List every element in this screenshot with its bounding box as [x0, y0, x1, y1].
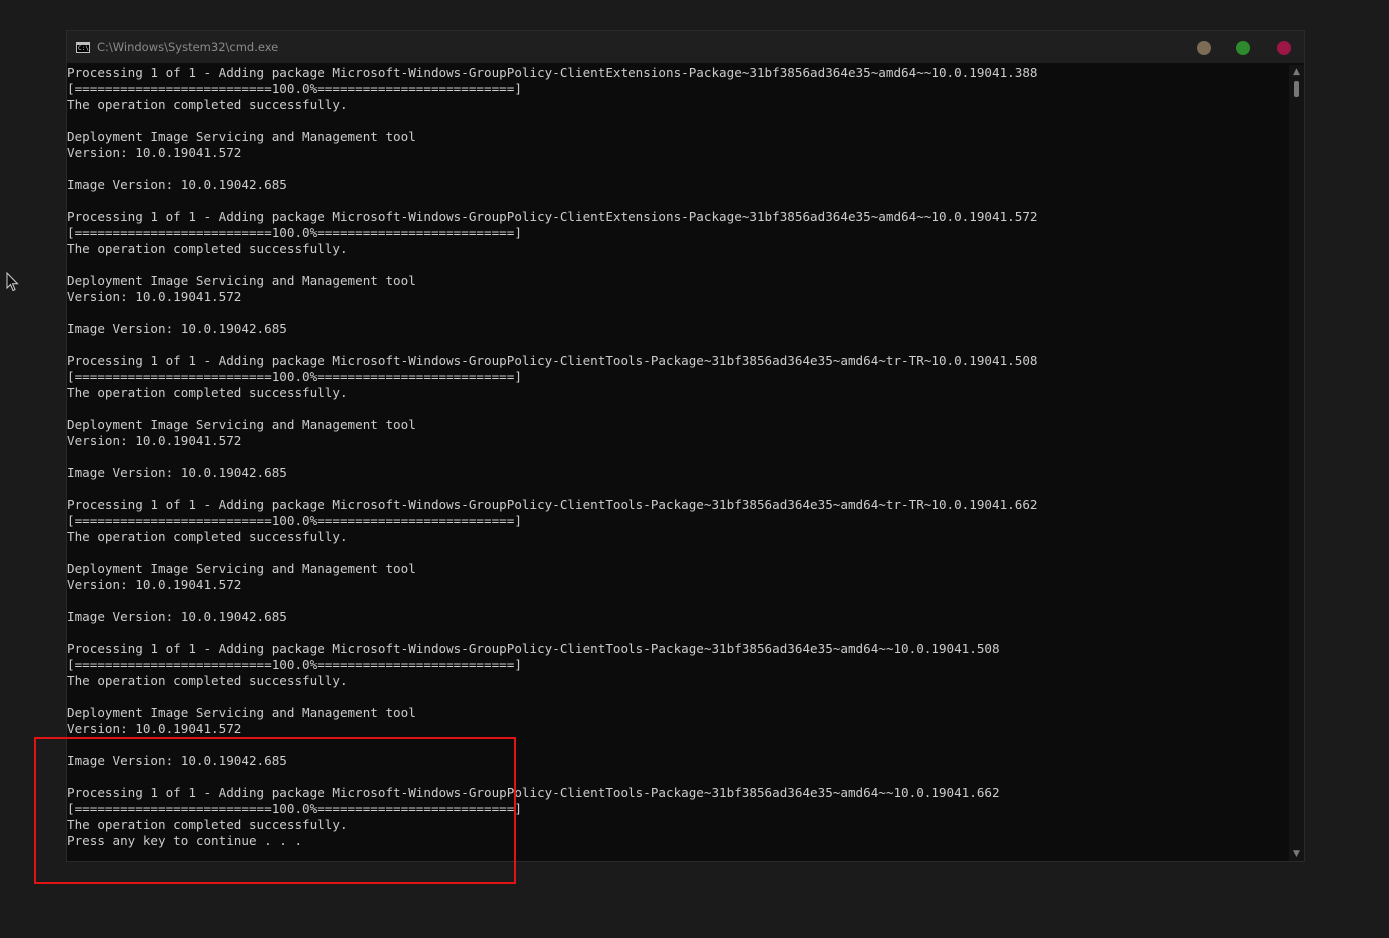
console-line: The operation completed successfully.: [67, 97, 348, 112]
console-line: Version: 10.0.19041.572: [67, 289, 242, 304]
console-line: [==========================100.0%=======…: [67, 81, 522, 96]
window-title: C:\Windows\System32\cmd.exe: [97, 40, 279, 54]
desktop: C:\ C:\Windows\System32\cmd.exe Processi…: [0, 0, 1389, 938]
console-line: [==========================100.0%=======…: [67, 369, 522, 384]
console-line: The operation completed successfully.: [67, 529, 348, 544]
console-line: The operation completed successfully.: [67, 385, 348, 400]
maximize-button[interactable]: [1236, 41, 1250, 55]
cmd-app-icon-text: C:\: [78, 45, 89, 52]
console-line: Deployment Image Servicing and Managemen…: [67, 273, 416, 288]
cmd-app-icon: C:\: [76, 42, 90, 53]
chevron-down-icon[interactable]: ▼: [1289, 847, 1304, 861]
console-line: Deployment Image Servicing and Managemen…: [67, 129, 416, 144]
console-line: Version: 10.0.19041.572: [67, 433, 242, 448]
vertical-scrollbar[interactable]: ▲ ▼: [1289, 65, 1304, 861]
console-line: [==========================100.0%=======…: [67, 513, 522, 528]
console-line: [==========================100.0%=======…: [67, 657, 522, 672]
chevron-up-icon[interactable]: ▲: [1289, 65, 1304, 79]
console-line: Image Version: 10.0.19042.685: [67, 177, 287, 192]
console-line: Deployment Image Servicing and Managemen…: [67, 417, 416, 432]
console-line: The operation completed successfully.: [67, 673, 348, 688]
console-line: Image Version: 10.0.19042.685: [67, 609, 287, 624]
console-line: Processing 1 of 1 - Adding package Micro…: [67, 641, 1000, 656]
minimize-button[interactable]: [1197, 41, 1211, 55]
console-line: Version: 10.0.19041.572: [67, 145, 242, 160]
console-line: Version: 10.0.19041.572: [67, 577, 242, 592]
console-line: Image Version: 10.0.19042.685: [67, 321, 287, 336]
mouse-cursor-icon: [6, 272, 19, 292]
console-line: Deployment Image Servicing and Managemen…: [67, 705, 416, 720]
console-line: Processing 1 of 1 - Adding package Micro…: [67, 65, 1038, 80]
scrollbar-thumb[interactable]: [1294, 81, 1299, 97]
console-line: Version: 10.0.19041.572: [67, 721, 242, 736]
console-line: Image Version: 10.0.19042.685: [67, 465, 287, 480]
console-line: Processing 1 of 1 - Adding package Micro…: [67, 497, 1038, 512]
console-line: Processing 1 of 1 - Adding package Micro…: [67, 353, 1038, 368]
console-line: Processing 1 of 1 - Adding package Micro…: [67, 209, 1038, 224]
title-bar[interactable]: C:\ C:\Windows\System32\cmd.exe: [67, 31, 1304, 63]
console-line: Deployment Image Servicing and Managemen…: [67, 561, 416, 576]
highlight-annotation-box: [34, 737, 516, 884]
console-line: The operation completed successfully.: [67, 241, 348, 256]
close-button[interactable]: [1277, 41, 1291, 55]
console-line: [==========================100.0%=======…: [67, 225, 522, 240]
